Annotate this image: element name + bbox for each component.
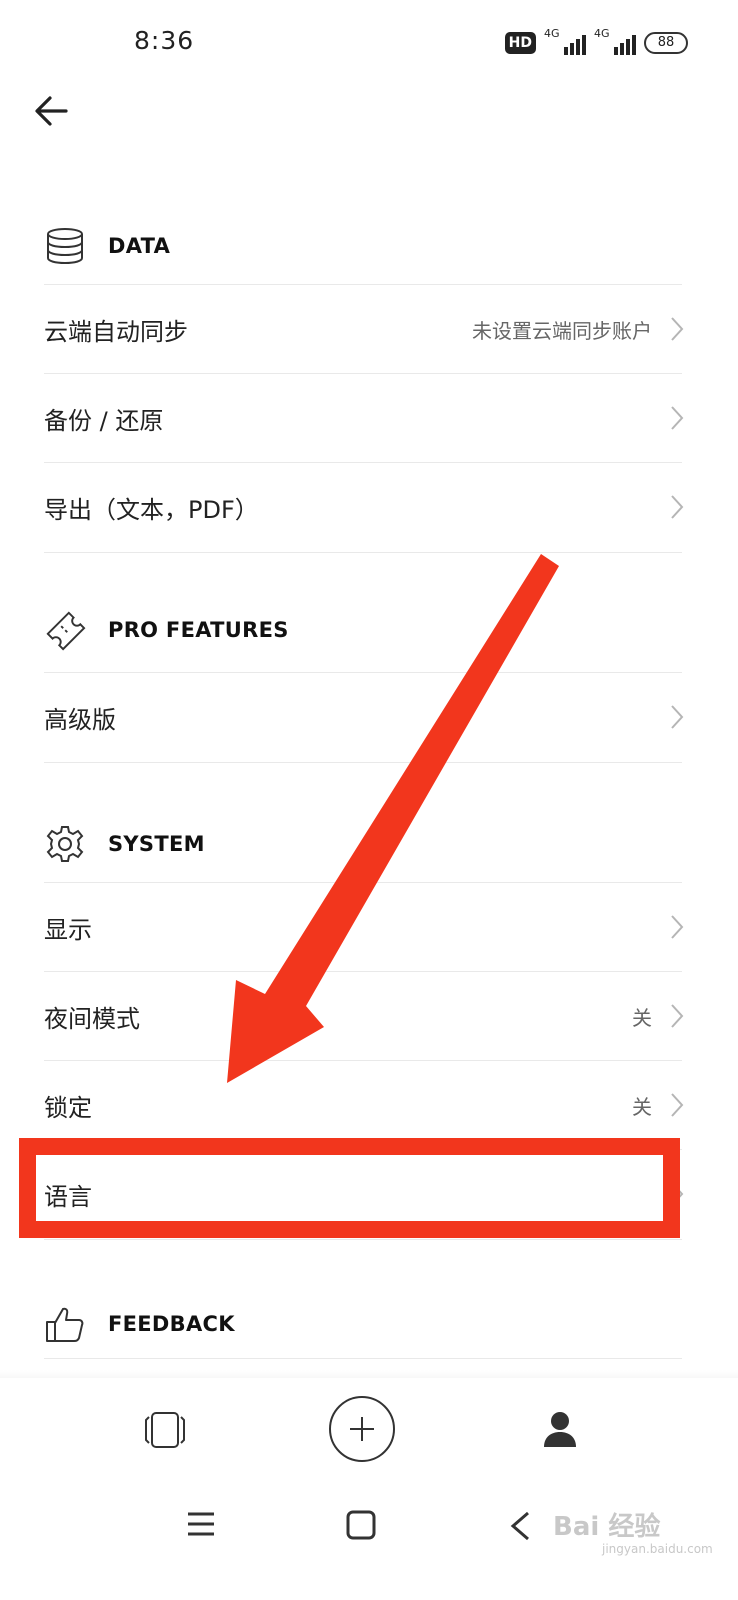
- section-header-data: DATA: [44, 226, 170, 266]
- highlight-box: [19, 1138, 680, 1238]
- section-header-feedback: FEEDBACK: [44, 1304, 235, 1344]
- chevron-right-icon: [671, 317, 684, 341]
- chevron-right-icon: [671, 1093, 684, 1117]
- row-label: 云端自动同步: [44, 318, 188, 346]
- cards-icon[interactable]: [140, 1408, 190, 1452]
- system-nav-bar: Bai 经验 jingyan.baidu.com: [0, 1486, 738, 1566]
- back-icon[interactable]: [508, 1510, 532, 1542]
- row-label: 备份 / 还原: [44, 407, 164, 435]
- thumbs-up-icon: [44, 1303, 86, 1345]
- watermark-logo: Bai 经验: [553, 1512, 661, 1542]
- signal-icon: 4G: [544, 27, 586, 55]
- row-label: 显示: [44, 916, 92, 944]
- chevron-right-icon: [671, 915, 684, 939]
- row-label: 高级版: [44, 706, 116, 734]
- ticket-icon: [44, 609, 86, 651]
- settings-row-backup-restore[interactable]: 备份 / 还原: [44, 373, 684, 463]
- section-title: FEEDBACK: [108, 1312, 235, 1336]
- chevron-right-icon: [671, 406, 684, 430]
- back-arrow-icon[interactable]: [32, 94, 72, 128]
- menu-icon[interactable]: [186, 1510, 216, 1538]
- row-value: 未设置云端同步账户: [472, 319, 652, 343]
- gear-icon: [44, 823, 86, 865]
- network-type-label-2: 4G: [594, 27, 610, 40]
- network-type-label: 4G: [544, 27, 560, 40]
- bottom-nav: [0, 1378, 738, 1482]
- battery-icon: 88: [644, 32, 688, 54]
- home-icon[interactable]: [346, 1510, 376, 1540]
- section-header-system: SYSTEM: [44, 824, 205, 864]
- chevron-right-icon: [671, 705, 684, 729]
- section-header-pro: PRO FEATURES: [44, 609, 289, 651]
- chevron-right-icon: [671, 495, 684, 519]
- row-label: 导出（文本，PDF）: [44, 496, 259, 524]
- add-icon[interactable]: [329, 1396, 395, 1462]
- settings-row-premium[interactable]: 高级版: [44, 672, 684, 763]
- settings-row-lock[interactable]: 锁定 关: [44, 1060, 684, 1150]
- signal-icon-2: 4G: [594, 27, 636, 55]
- watermark-url: jingyan.baidu.com: [602, 1542, 713, 1556]
- row-label: 夜间模式: [44, 1005, 140, 1033]
- row-label: 锁定: [44, 1094, 92, 1122]
- status-time: 8:36: [134, 26, 195, 55]
- chevron-right-icon: [671, 1004, 684, 1028]
- settings-row-export[interactable]: 导出（文本，PDF）: [44, 462, 684, 553]
- settings-row-night-mode[interactable]: 夜间模式 关: [44, 971, 684, 1061]
- status-bar: 8:36 HD 4G 4G 88: [0, 0, 738, 84]
- database-icon: [44, 225, 86, 267]
- row-value: 关: [632, 1006, 652, 1030]
- settings-row-cloud-sync[interactable]: 云端自动同步 未设置云端同步账户: [44, 284, 684, 374]
- section-title: DATA: [108, 234, 171, 258]
- settings-row-display[interactable]: 显示: [44, 882, 684, 972]
- hd-badge: HD: [504, 32, 536, 54]
- status-icons: HD 4G 4G 88: [504, 27, 688, 58]
- profile-icon[interactable]: [540, 1408, 580, 1450]
- row-value: 关: [632, 1095, 652, 1119]
- section-title: SYSTEM: [108, 832, 205, 856]
- section-title: PRO FEATURES: [108, 618, 289, 642]
